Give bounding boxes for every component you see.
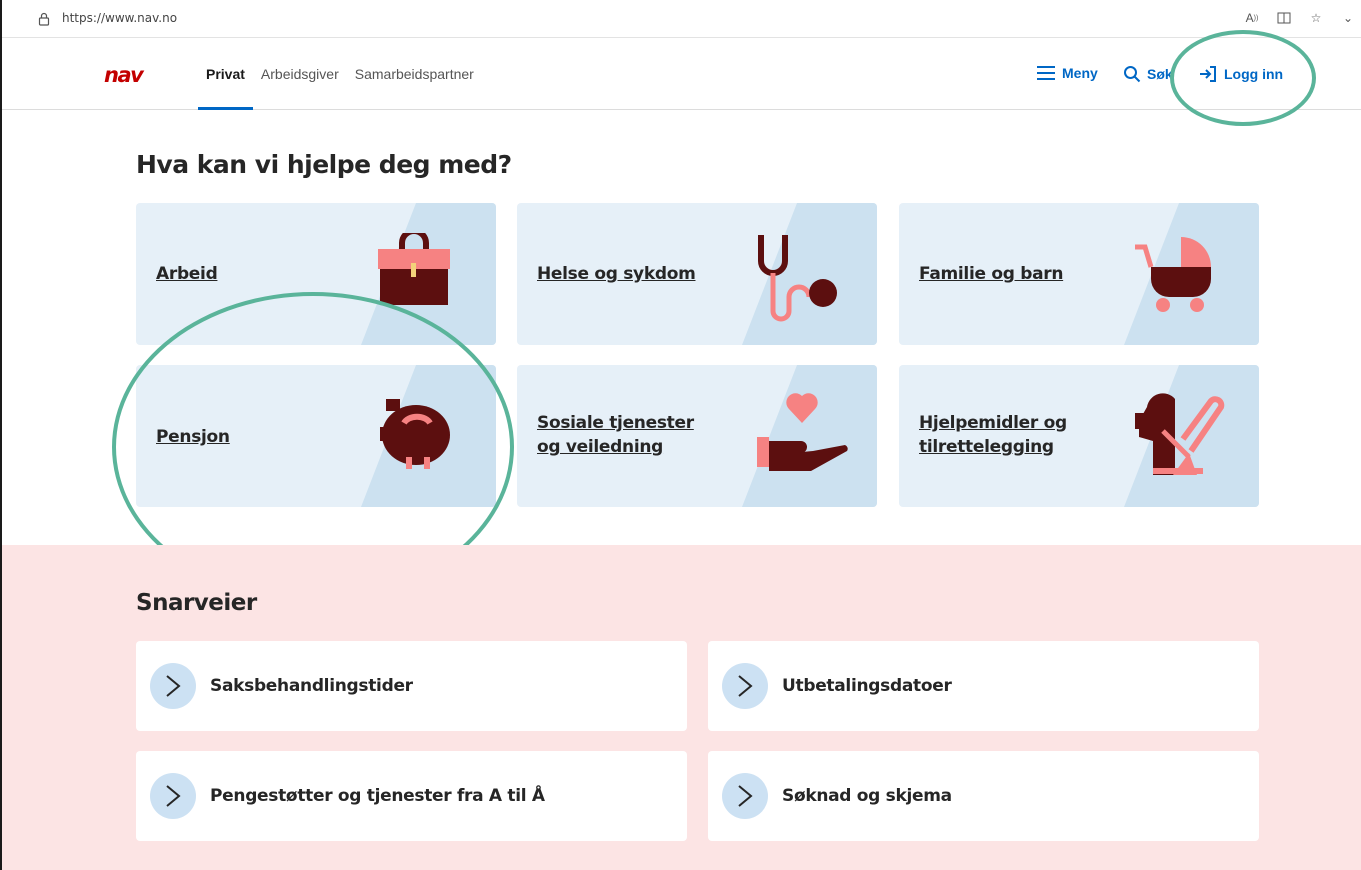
card-familie-og-barn[interactable]: Familie og barn	[899, 203, 1259, 345]
card-label: Pensjon	[156, 427, 230, 447]
nav-logo[interactable]: nav	[104, 65, 164, 85]
stroller-icon	[1135, 237, 1211, 312]
tab-samarbeidspartner[interactable]: Samarbeidspartner	[347, 38, 482, 110]
audience-tabs: Privat Arbeidsgiver Samarbeidspartner	[198, 38, 482, 110]
shortcut-soknad-og-skjema[interactable]: Søknad og skjema	[708, 751, 1259, 841]
card-sosiale-tjenester[interactable]: Sosiale tjenester og veiledning	[517, 365, 877, 507]
piggy-bank-icon	[380, 399, 450, 469]
menu-button[interactable]: Meny	[1036, 65, 1098, 81]
tab-arbeidsgiver[interactable]: Arbeidsgiver	[253, 38, 347, 110]
login-button[interactable]: Logg inn	[1198, 65, 1283, 83]
card-label: Familie og barn	[919, 264, 1064, 284]
card-label: Helse og sykdom	[537, 264, 696, 284]
card-pensjon[interactable]: Pensjon	[136, 365, 496, 507]
address-bar: https://www.nav.no A)) ☆ ⌄	[2, 0, 1361, 38]
svg-text:nav: nav	[104, 65, 145, 85]
briefcase-icon	[378, 233, 450, 305]
read-aloud-icon[interactable]: A))	[1243, 9, 1261, 27]
lock-icon	[38, 12, 50, 26]
shortcut-label: Saksbehandlingstider	[210, 676, 413, 696]
card-label: Arbeid	[156, 264, 218, 284]
card-label: Hjelpemidler og tilrettelegging	[919, 413, 1067, 457]
page-title: Hva kan vi hjelpe deg med?	[136, 150, 512, 179]
reader-view-icon[interactable]	[1275, 9, 1293, 27]
search-icon	[1124, 66, 1141, 83]
card-label: Sosiale tjenester og veiledning	[537, 413, 694, 457]
stethoscope-icon	[758, 235, 837, 322]
chevron-right-icon	[722, 663, 768, 709]
chevron-right-icon	[150, 663, 196, 709]
card-hjelpemidler[interactable]: Hjelpemidler og tilrettelegging	[899, 365, 1259, 507]
browser-window: https://www.nav.no A)) ☆ ⌄ nav Privat Ar…	[0, 0, 1361, 870]
menu-label: Meny	[1062, 65, 1098, 81]
search-button[interactable]: Søk	[1123, 65, 1177, 83]
chevron-right-icon	[722, 773, 768, 819]
shortcut-label: Søknad og skjema	[782, 786, 952, 806]
guide-dog-icon	[1135, 393, 1225, 475]
chevron-down-icon[interactable]: ⌄	[1339, 9, 1357, 27]
chevron-right-icon	[150, 773, 196, 819]
login-label: Logg inn	[1224, 66, 1284, 82]
url-text[interactable]: https://www.nav.no	[62, 11, 177, 25]
card-arbeid[interactable]: Arbeid	[136, 203, 496, 345]
heart-hand-icon	[757, 393, 848, 471]
shortcut-utbetalingsdatoer[interactable]: Utbetalingsdatoer	[708, 641, 1259, 731]
tab-privat[interactable]: Privat	[198, 38, 253, 110]
shortcut-label: Pengestøtter og tjenester fra A til Å	[210, 786, 545, 806]
favorite-star-icon[interactable]: ☆	[1307, 9, 1325, 27]
shortcut-pengestotter[interactable]: Pengestøtter og tjenester fra A til Å	[136, 751, 687, 841]
site-header: nav Privat Arbeidsgiver Samarbeidspartne…	[2, 38, 1361, 110]
login-arrow-icon	[1200, 66, 1216, 82]
hamburger-icon	[1037, 66, 1055, 80]
card-helse-og-sykdom[interactable]: Helse og sykdom	[517, 203, 877, 345]
search-label: Søk	[1147, 66, 1173, 82]
shortcut-saksbehandlingstider[interactable]: Saksbehandlingstider	[136, 641, 687, 731]
shortcuts-heading: Snarveier	[136, 590, 257, 616]
shortcut-label: Utbetalingsdatoer	[782, 676, 952, 696]
